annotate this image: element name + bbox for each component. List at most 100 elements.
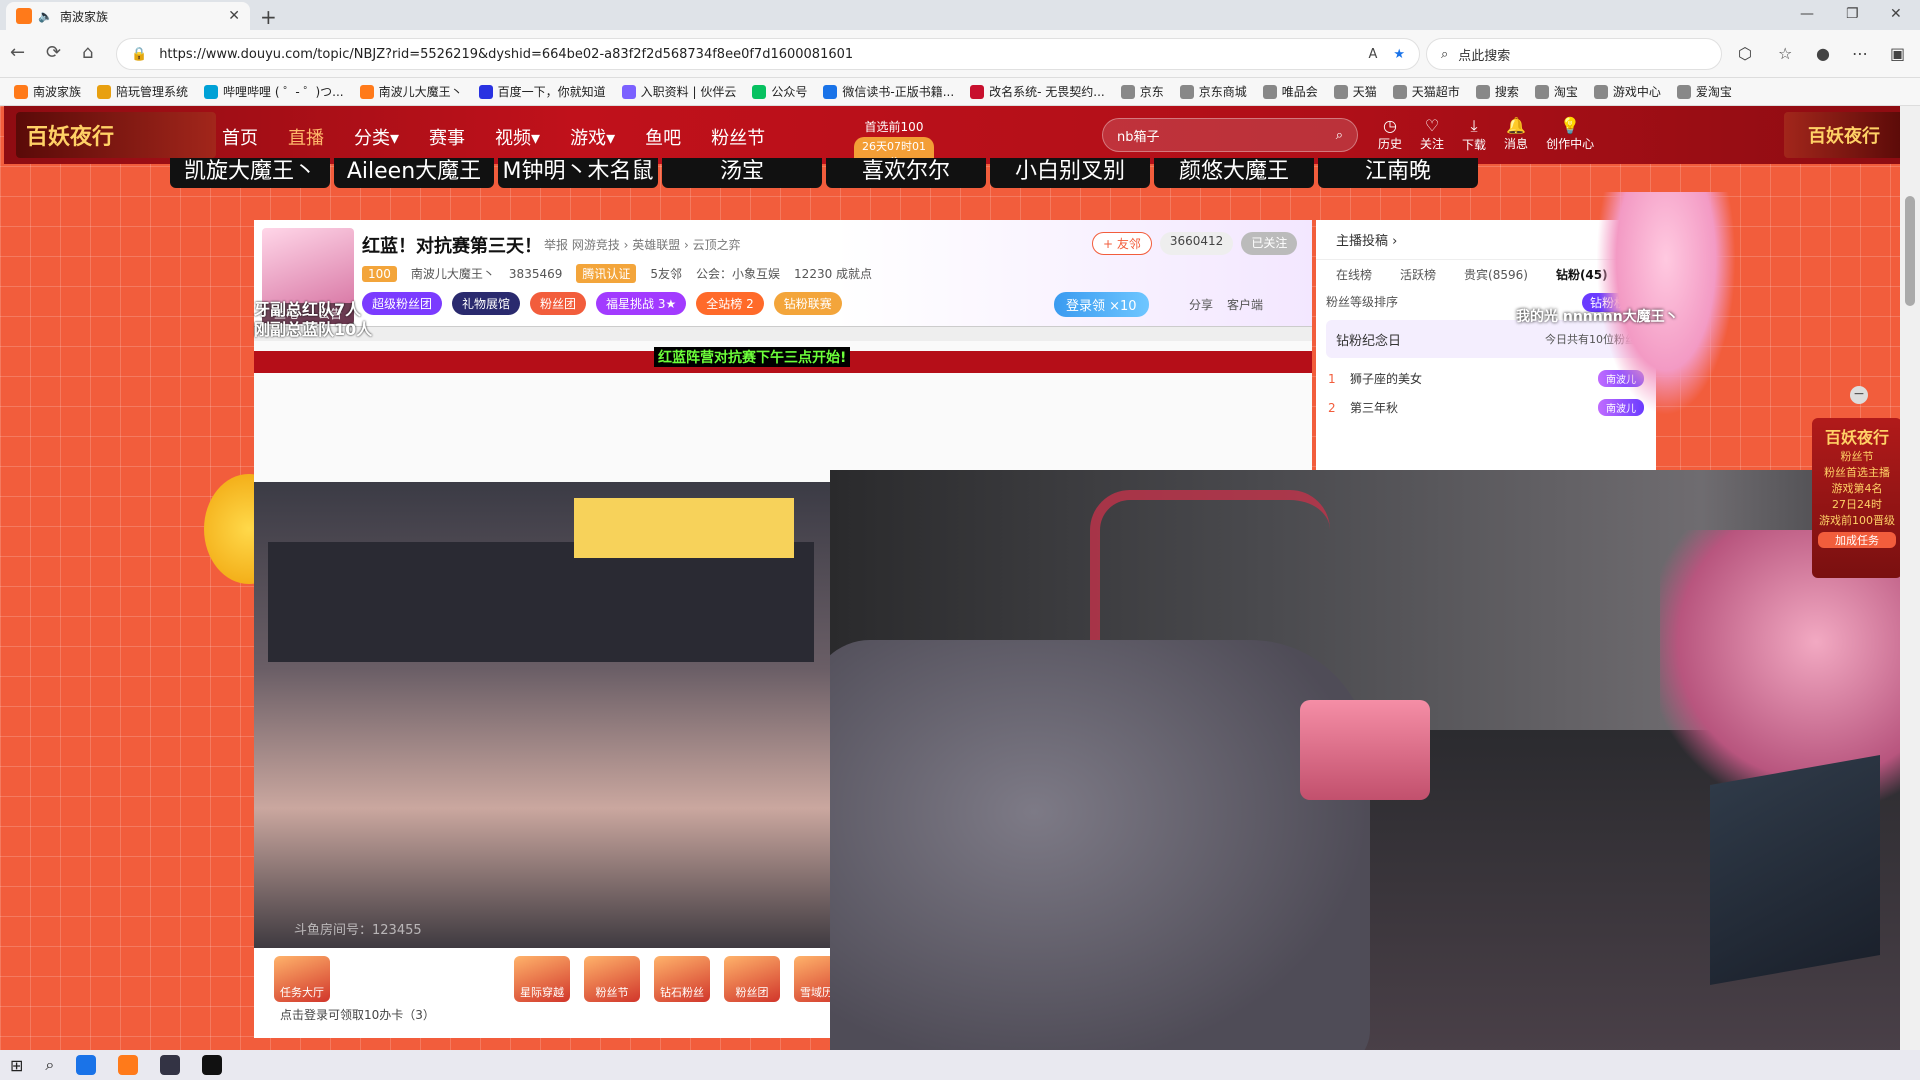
guild-info[interactable]: 公会：小象互娱 — [696, 265, 780, 282]
gift-item[interactable]: 任务大厅 — [274, 956, 330, 1002]
anchor-name[interactable]: 汤宝 — [662, 158, 822, 188]
anchor-name[interactable]: 颜悠大魔王 — [1154, 158, 1314, 188]
anchor-name[interactable]: 江南晚 — [1318, 158, 1478, 188]
nav-item[interactable]: 鱼吧 — [645, 124, 681, 150]
anchor-name[interactable]: 凯旋大魔王丶 — [170, 158, 330, 188]
bookmark-item[interactable]: 搜索 — [1475, 83, 1519, 100]
bookmark-item[interactable]: 爱淘宝 — [1676, 83, 1732, 100]
bookmark-item[interactable]: 唯品会 — [1262, 83, 1318, 100]
bookmark-item[interactable]: 百度一下，你就知道 — [478, 83, 606, 100]
close-window-button[interactable]: ✕ — [1890, 6, 1902, 22]
bookmark-item[interactable]: 入职资料 | 伙伴云 — [621, 83, 736, 100]
gift-item[interactable]: 星际穿越 — [514, 956, 570, 1002]
friends-count[interactable]: 5友邻 — [650, 265, 682, 282]
header-icon-2[interactable]: ⤓ 下载 — [1462, 116, 1486, 153]
page-scrollbar[interactable] — [1900, 106, 1920, 1056]
back-button[interactable]: ← — [10, 42, 25, 63]
browser-tab[interactable]: 🔈 南波家族 ✕ — [6, 2, 250, 30]
bookmark-item[interactable]: 微信读书-正版书籍... — [823, 83, 954, 100]
new-tab-button[interactable]: + — [260, 5, 277, 29]
sort-label[interactable]: 粉丝等级排序 — [1326, 295, 1398, 309]
site-logo[interactable]: 百妖夜行 — [16, 112, 216, 158]
site-search-input[interactable]: nb箱子 ⌕ — [1102, 118, 1358, 152]
anchor-name[interactable]: Aileen大魔王 — [334, 158, 494, 188]
anchor-name[interactable]: 喜欢尔尔 — [826, 158, 986, 188]
browser-search-input[interactable]: ⌕ 点此搜索 — [1426, 38, 1722, 70]
bookmark-item[interactable]: 南波儿大魔王丶 — [359, 83, 463, 100]
edge-icon[interactable] — [76, 1055, 97, 1075]
room-button[interactable]: 福星挑战 3★ — [596, 292, 687, 315]
bookmark-item[interactable]: 天猫 — [1333, 83, 1377, 100]
followed-button[interactable]: 已关注 — [1241, 232, 1298, 255]
bookmark-item[interactable]: 公众号 — [752, 83, 807, 100]
bookmark-item[interactable]: 淘宝 — [1534, 83, 1578, 100]
fan-tab[interactable]: 活跃榜 — [1400, 266, 1436, 283]
header-icon-4[interactable]: 💡 创作中心 — [1546, 116, 1594, 153]
lock-icon: 🔒 — [131, 46, 148, 62]
gift-item[interactable]: 粉丝团 — [724, 956, 780, 1002]
collapse-icon[interactable]: − — [1850, 386, 1868, 404]
restore-button[interactable]: ❐ — [1846, 6, 1859, 22]
search-icon[interactable]: ⌕ — [1336, 128, 1343, 143]
more-menu-icon[interactable]: ⋯ — [1852, 44, 1868, 63]
start-icon[interactable]: ⊞ — [10, 1056, 23, 1075]
gift-tip[interactable]: 点击登录可领取10办卡（3） — [280, 1006, 435, 1023]
favorites-icon[interactable]: ☆ — [1778, 44, 1792, 63]
refresh-button[interactable]: ⟳ — [46, 42, 61, 63]
nav-item[interactable]: 首页 — [222, 124, 258, 150]
nav-item[interactable]: 分类▾ — [354, 124, 399, 150]
side-banner-cta[interactable]: 加成任务 — [1818, 532, 1896, 548]
side-event-banner[interactable]: 百妖夜行 粉丝节 粉丝首选主播 游戏第4名 27日24时 游戏前100晋级 加成… — [1812, 418, 1902, 578]
fan-tab[interactable]: 贵宾(8596) — [1464, 266, 1528, 283]
nav-item[interactable]: 粉丝节 — [711, 124, 765, 150]
app-icon[interactable] — [160, 1055, 181, 1075]
header-icon-1[interactable]: ♡ 关注 — [1420, 116, 1444, 153]
home-button[interactable]: ⌂ — [82, 42, 93, 63]
room-button[interactable]: 超级粉丝团 — [362, 292, 443, 315]
client-button[interactable]: 客户端 — [1227, 296, 1263, 313]
extensions-icon[interactable]: ⬡ — [1738, 44, 1752, 63]
close-tab-icon[interactable]: ✕ — [228, 8, 240, 24]
gift-item[interactable]: 粉丝节 — [584, 956, 640, 1002]
right-event-banner[interactable]: 百妖夜行 — [1784, 112, 1904, 158]
anchor-name[interactable]: M钟明丶木名鼠 — [498, 158, 658, 188]
room-button[interactable]: 钻粉联赛 — [773, 292, 842, 315]
favorite-star-icon[interactable]: ★ — [1393, 47, 1405, 62]
nav-item[interactable]: 直播 — [288, 124, 324, 150]
stream-video[interactable]: 斗鱼房间号：123455 — [254, 482, 830, 948]
nav-item[interactable]: 赛事 — [429, 124, 465, 150]
bookmark-item[interactable]: 南波家族 — [14, 83, 81, 100]
streamer-name[interactable]: 南波儿大魔王丶 — [411, 265, 495, 282]
add-friend-button[interactable]: + 友邻 — [1092, 232, 1152, 255]
url-bar[interactable]: 🔒 https://www.douyu.com/topic/NBJZ?rid=5… — [116, 38, 1420, 70]
bookmark-item[interactable]: 游戏中心 — [1593, 83, 1661, 100]
room-button[interactable]: 粉丝团 — [530, 292, 587, 315]
bookmark-item[interactable]: 京东商城 — [1179, 83, 1247, 100]
bookmark-item[interactable]: 京东 — [1120, 83, 1164, 100]
douyu-icon[interactable] — [118, 1055, 139, 1075]
header-icon-0[interactable]: ◷ 历史 — [1378, 116, 1402, 153]
gift-item[interactable]: 钻石粉丝 — [654, 956, 710, 1002]
bookmark-item[interactable]: 陪玩管理系统 — [97, 83, 188, 100]
nav-item[interactable]: 视频▾ — [495, 124, 540, 150]
obs-icon[interactable] — [202, 1055, 223, 1075]
profile-avatar[interactable]: ● — [1816, 44, 1830, 63]
login-reward-button[interactable]: 登录领 ×10 — [1054, 292, 1149, 317]
anchor-name[interactable]: 小白别叉别 — [990, 158, 1150, 188]
room-button[interactable]: 全站榜 2 — [696, 292, 764, 315]
room-category[interactable]: 举报 网游竞技 › 英雄联盟 › 云顶之弈 — [544, 236, 741, 253]
nav-item[interactable]: 游戏▾ — [570, 124, 615, 150]
share-button[interactable]: 分享 — [1189, 296, 1213, 313]
bookmark-item[interactable]: 改名系统- 无畏契约... — [970, 83, 1105, 100]
sidebar-icon[interactable]: ▣ — [1890, 44, 1905, 63]
search-icon[interactable]: ⌕ — [45, 1055, 54, 1075]
bookmark-item[interactable]: 哔哩哔哩 ( ゜- ゜)つ... — [204, 83, 344, 100]
scrollbar-thumb[interactable] — [1905, 196, 1915, 306]
bookmark-item[interactable]: 天猫超市 — [1392, 83, 1460, 100]
speaker-icon[interactable]: 🔈 — [38, 9, 53, 23]
room-button[interactable]: 礼物展馆 — [452, 292, 521, 315]
minimize-button[interactable]: — — [1800, 6, 1814, 22]
fan-tab[interactable]: 在线榜 — [1336, 266, 1372, 283]
read-aloud-icon[interactable]: A — [1368, 47, 1377, 62]
header-icon-3[interactable]: 🔔 消息 — [1504, 116, 1528, 153]
